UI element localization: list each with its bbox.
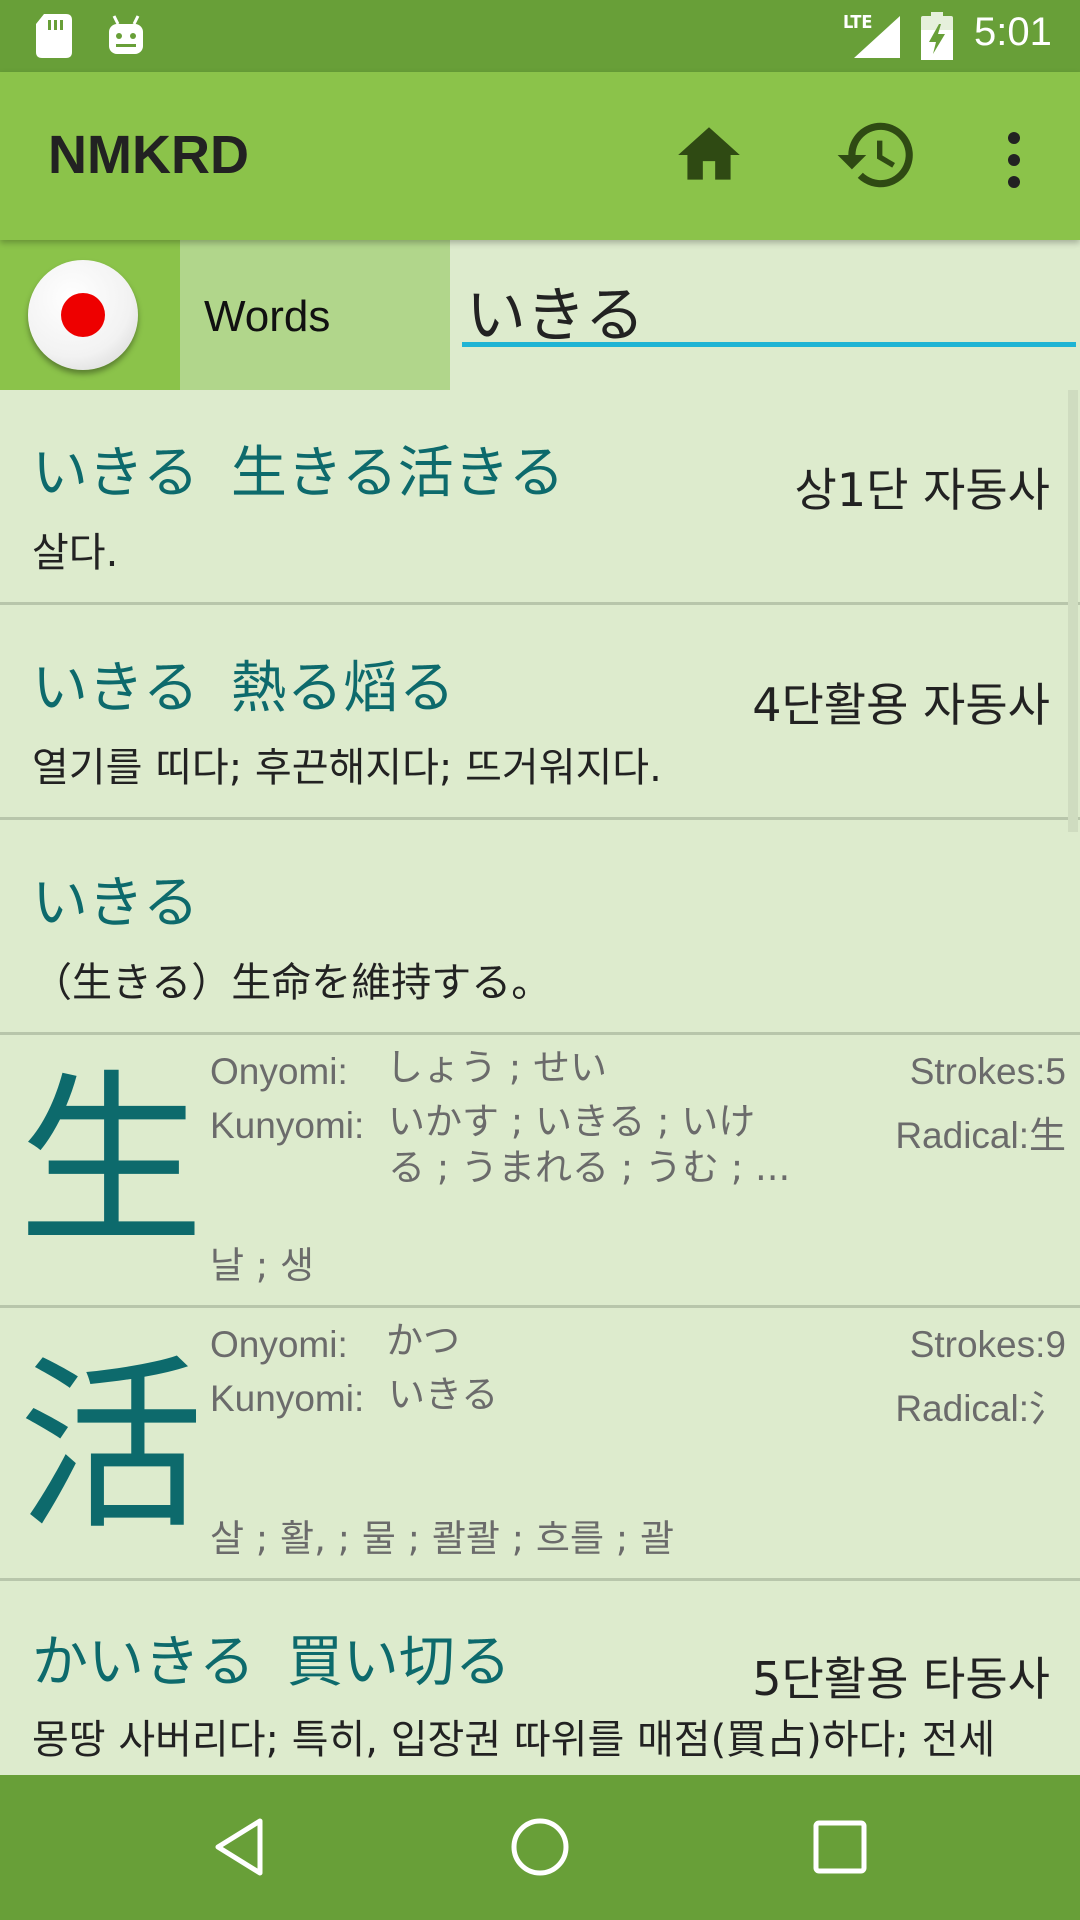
word-result-item[interactable]: いきる （生きる）生命を維持する。 <box>0 820 1080 1035</box>
android-icon <box>109 15 143 54</box>
word-kanji: 買い切る <box>286 1630 511 1695</box>
kanji-result-item[interactable]: 生 Onyomi: しょう ; せい Kunyomi: いかす ; いきる ; … <box>0 1035 1080 1308</box>
kunyomi-value-continued: る ; うまれる ; うむ ; ... <box>388 1146 791 1189</box>
home-icon[interactable] <box>672 118 746 192</box>
onyomi-label: Onyomi: <box>210 1051 348 1092</box>
kunyomi-value: いきる <box>388 1373 499 1416</box>
onyomi-label: Onyomi: <box>210 1324 348 1365</box>
back-icon[interactable] <box>208 1815 272 1879</box>
kunyomi-label: Kunyomi: <box>210 1105 365 1146</box>
word-part-of-speech: 4단활용 자동사 <box>752 678 1050 732</box>
onyomi-value: かつ <box>386 1319 460 1362</box>
app-bar: NMKRD <box>0 72 1080 240</box>
kunyomi-label: Kunyomi: <box>210 1378 365 1419</box>
word-kanji: 熱る熖る <box>230 656 455 721</box>
word-part-of-speech: 5단활용 타동사 <box>752 1652 1050 1706</box>
radical: Radical:氵 <box>895 1388 1066 1429</box>
word-reading: いきる <box>32 871 199 936</box>
results-list[interactable]: いきる 生きる活きる 상1단 자동사 살다. いきる 熱る熖る 4단활용 자동사 열… <box>0 390 1080 1775</box>
kanji-character: 生 <box>18 1053 205 1270</box>
more-options-icon[interactable] <box>996 128 1032 192</box>
stroke-count: Strokes:9 <box>909 1324 1066 1365</box>
word-meaning: 열기를 띠다; 후끈해지다; 뜨거워지다. <box>32 745 662 791</box>
word-reading: かいきる 買い切る <box>32 1630 511 1695</box>
kanji-character: 活 <box>18 1338 205 1555</box>
kunyomi-value: いかす ; いきる ; いけ <box>388 1100 756 1143</box>
battery-charging-icon <box>921 12 953 60</box>
word-result-item[interactable]: かいきる 買い切る 5단활용 타동사 몽땅 사버리다; 특히, 입장권 따위를 매… <box>0 1581 1080 1775</box>
word-kanji: 生きる活きる <box>230 441 565 506</box>
word-result-item[interactable]: いきる 熱る熖る 4단활용 자동사 열기를 띠다; 후끈해지다; 뜨거워지다. <box>0 605 1080 820</box>
japan-flag-icon <box>61 293 105 337</box>
korean-readings: 날 ; 생 <box>210 1244 315 1287</box>
word-meaning: （生きる）生命を維持する。 <box>32 960 552 1006</box>
kanji-result-item[interactable]: 活 Onyomi: かつ Kunyomi: いきる Strokes:9 Radi… <box>0 1308 1080 1581</box>
stroke-count: Strokes:5 <box>909 1051 1066 1092</box>
search-row: Words <box>0 240 1080 390</box>
word-part-of-speech: 상1단 자동사 <box>794 463 1051 517</box>
recents-icon[interactable] <box>808 1815 872 1879</box>
app-title: NMKRD <box>48 125 249 185</box>
word-result-item[interactable]: いきる 生きる活きる 상1단 자동사 살다. <box>0 390 1080 605</box>
status-bar: LTE 5:01 <box>0 0 1080 72</box>
word-meaning: 살다. <box>32 530 119 576</box>
sd-card-icon <box>36 14 72 58</box>
korean-readings: 살 ; 활, ; 물 ; 콸콸 ; 흐를 ; 괄 <box>210 1517 675 1560</box>
onyomi-value: しょう ; せい <box>386 1046 607 1089</box>
home-nav-icon[interactable] <box>508 1815 572 1879</box>
history-icon[interactable] <box>834 112 920 198</box>
search-mode-button[interactable]: Words <box>180 240 450 390</box>
word-reading: いきる 熱る熖る <box>32 656 455 721</box>
search-input[interactable] <box>462 278 1076 347</box>
navigation-bar <box>0 1775 1080 1920</box>
signal-icon <box>854 16 900 58</box>
word-reading: いきる 生きる活きる <box>32 441 565 506</box>
scrollbar[interactable] <box>1068 390 1078 832</box>
status-clock: 5:01 <box>974 10 1052 54</box>
word-meaning: 몽땅 사버리다; 특히, 입장권 따위를 매점(買占)하다; 전세 <box>32 1717 996 1763</box>
language-japanese-button[interactable] <box>28 260 138 370</box>
language-toggle-area <box>0 240 180 390</box>
radical: Radical:生 <box>895 1115 1066 1156</box>
search-mode-label: Words <box>204 292 331 341</box>
